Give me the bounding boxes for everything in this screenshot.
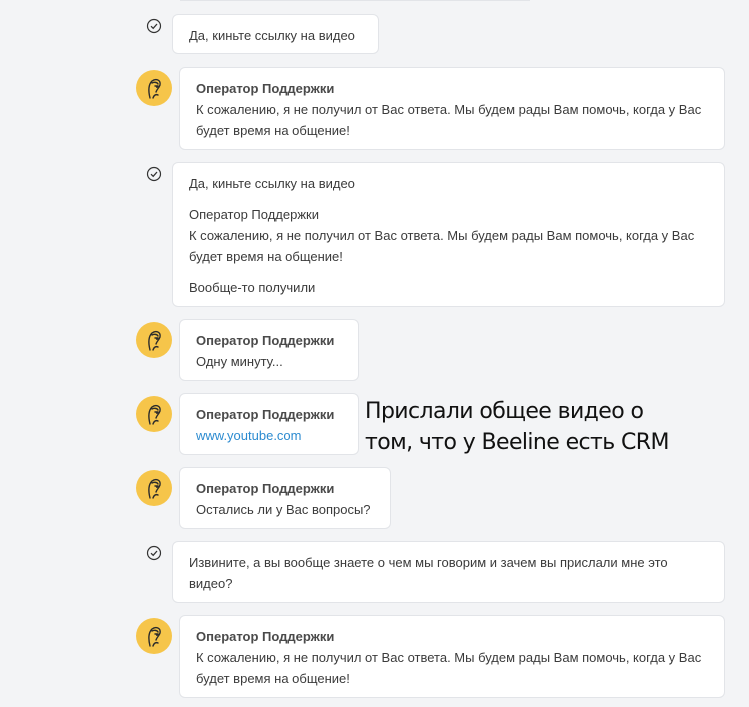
- operator-avatar: [136, 396, 172, 432]
- message-text: Вообще-то получили: [189, 280, 316, 295]
- sender-name: Оператор Поддержки: [196, 481, 335, 496]
- video-link[interactable]: www.youtube.com: [196, 425, 342, 446]
- annotation-text: Прислали общее видео о том, что у Beelin…: [365, 399, 669, 455]
- operator-message: Оператор Поддержки www.youtube.com: [179, 393, 359, 455]
- operator-message: Оператор Поддержки Одну минуту...: [179, 319, 359, 381]
- support-operator-avatar-icon: [136, 322, 172, 358]
- user-message: Да, киньте ссылку на видео Оператор Подд…: [172, 162, 725, 307]
- message-text: Остались ли у Вас вопросы?: [196, 502, 371, 517]
- operator-avatar: [136, 618, 172, 654]
- sender-name: Оператор Поддержки: [196, 333, 335, 348]
- operator-message: Оператор Поддержки Остались ли у Вас воп…: [179, 467, 391, 529]
- support-operator-avatar-icon: [136, 470, 172, 506]
- check-circle-icon: [146, 18, 162, 34]
- message-text: Одну минуту...: [196, 354, 283, 369]
- user-message: Да, киньте ссылку на видео: [172, 14, 379, 54]
- support-operator-avatar-icon: [136, 396, 172, 432]
- check-circle-icon: [146, 166, 162, 182]
- operator-avatar: [136, 70, 172, 106]
- sender-name: Оператор Поддержки: [196, 629, 335, 644]
- support-operator-avatar-icon: [136, 70, 172, 106]
- sender-name: Оператор Поддержки: [196, 81, 335, 96]
- message-text: Извините, а вы вообще знаете о чем мы го…: [189, 555, 668, 591]
- user-message: Извините, а вы вообще знаете о чем мы го…: [172, 541, 725, 603]
- quoted-message-text: Оператор Поддержки К сожалению, я не пол…: [189, 207, 695, 264]
- previous-message-edge: [180, 0, 530, 1]
- support-operator-avatar-icon: [136, 618, 172, 654]
- check-circle-icon: [146, 545, 162, 561]
- message-text: К сожалению, я не получил от Вас ответа.…: [196, 650, 702, 686]
- message-text: Да, киньте ссылку на видео: [189, 176, 355, 191]
- chat-history: Да, киньте ссылку на видео Оператор Подд…: [0, 0, 749, 707]
- operator-avatar: [136, 322, 172, 358]
- sender-name: Оператор Поддержки: [196, 407, 335, 422]
- operator-message: Оператор Поддержки К сожалению, я не пол…: [179, 615, 725, 698]
- message-text: Да, киньте ссылку на видео: [189, 28, 355, 43]
- operator-avatar: [136, 470, 172, 506]
- message-text: К сожалению, я не получил от Вас ответа.…: [196, 102, 702, 138]
- operator-message: Оператор Поддержки К сожалению, я не пол…: [179, 67, 725, 150]
